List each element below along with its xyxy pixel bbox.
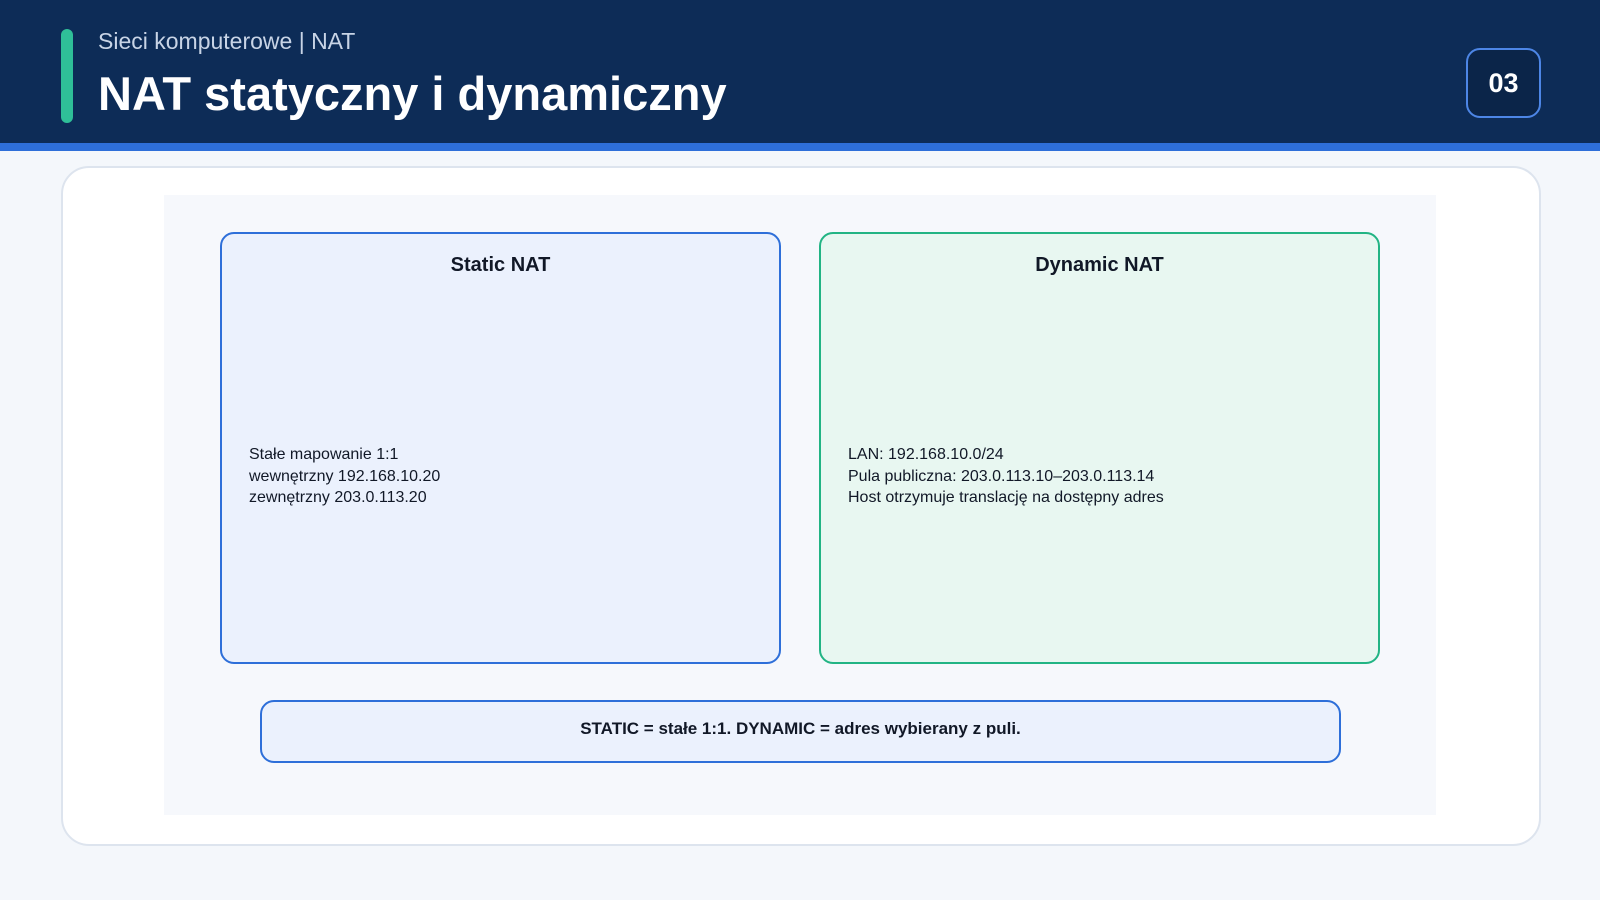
slide-subtitle: Sieci komputerowe | NAT <box>98 28 356 54</box>
dynamic-nat-title: Dynamic NAT <box>1035 254 1164 276</box>
summary-note: STATIC = stałe 1:1. DYNAMIC = adres wybi… <box>260 700 1341 763</box>
static-nat-details: Stałe mapowanie 1:1 wewnętrzny 192.168.1… <box>249 444 440 509</box>
static-nat-panel: Static NAT Stałe mapowanie 1:1 wewnętrzn… <box>220 232 781 664</box>
static-nat-title: Static NAT <box>450 254 551 276</box>
static-nat-line: zewnętrzny 203.0.113.20 <box>249 489 427 506</box>
static-nat-line: wewnętrzny 192.168.10.20 <box>249 467 441 485</box>
static-nat-line: Stałe mapowanie 1:1 <box>249 446 399 463</box>
dynamic-nat-details: LAN: 192.168.10.0/24 Pula publiczna: 203… <box>848 444 1164 509</box>
dynamic-nat-line: Pula publiczna: 203.0.113.10–203.0.113.1… <box>848 467 1155 485</box>
dynamic-nat-line: LAN: 192.168.10.0/24 <box>848 446 1004 463</box>
slide-title: NAT statyczny i dynamiczny <box>98 67 727 120</box>
header-divider-stripe <box>0 143 1600 151</box>
summary-text: STATIC = stałe 1:1. DYNAMIC = adres wybi… <box>580 719 1021 738</box>
dynamic-nat-panel: Dynamic NAT LAN: 192.168.10.0/24 Pula pu… <box>819 232 1380 664</box>
dynamic-nat-line: Host otrzymuje translację na dostępny ad… <box>848 489 1164 506</box>
title-accent-bar <box>61 29 73 123</box>
page-number-badge: 03 <box>1466 48 1541 118</box>
